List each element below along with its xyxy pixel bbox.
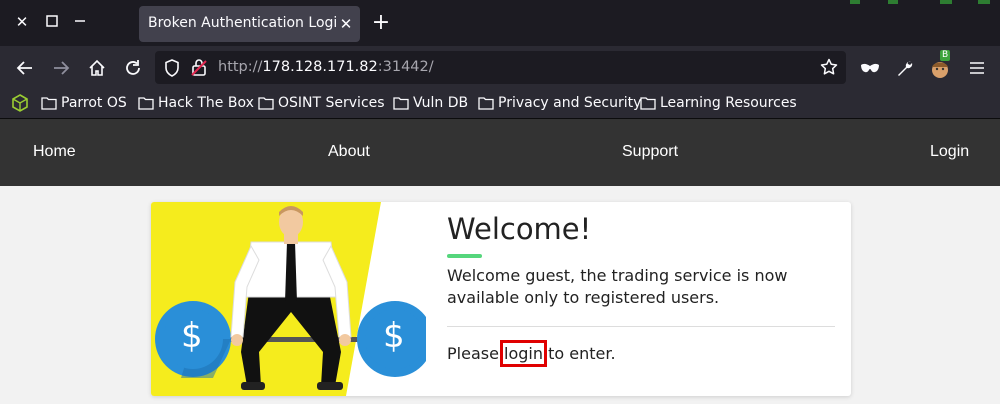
bookmark-privacy-and-security[interactable]: Privacy and Security: [478, 94, 641, 112]
home-icon[interactable]: [85, 56, 109, 80]
coin-dollar-right: $: [383, 316, 405, 356]
welcome-card: $ $ Welcome! Welcome guest, the trading …: [151, 202, 851, 396]
url-text[interactable]: http://178.128.171.82:31442/: [218, 59, 434, 75]
hamburger-menu-icon[interactable]: [965, 56, 989, 80]
folder-icon: [478, 97, 494, 110]
insecure-lock-icon[interactable]: [191, 58, 207, 80]
window-maximize-icon[interactable]: [42, 12, 62, 32]
nav-login-link[interactable]: Login: [930, 143, 969, 161]
bookmark-label: OSINT Services: [278, 95, 385, 111]
decorative-stripes: [850, 0, 990, 4]
new-tab-icon[interactable]: +: [370, 12, 392, 34]
login-prompt: Please login to enter.: [447, 340, 616, 367]
wrench-icon[interactable]: [893, 56, 917, 80]
url-port: :31442/: [377, 59, 434, 75]
browser-tab-active[interactable]: Broken Authentication Login ✕: [139, 6, 360, 42]
window-minimize-icon[interactable]: [70, 12, 90, 32]
heading-accent-bar: [447, 254, 482, 258]
browser-tab-bar: ✕ Broken Authentication Login ✕ +: [0, 0, 1000, 46]
folder-icon: [640, 97, 656, 110]
bookmark-parrot-os[interactable]: Parrot OS: [41, 94, 127, 112]
card-divider: [447, 326, 835, 327]
folder-icon: [393, 97, 409, 110]
bookmark-label: Parrot OS: [61, 95, 127, 111]
window-close-icon[interactable]: ✕: [12, 12, 32, 32]
bookmark-star-icon[interactable]: [820, 58, 838, 80]
login-prompt-suffix: to enter.: [543, 344, 616, 363]
bookmark-label: Privacy and Security: [498, 95, 642, 111]
back-arrow-icon[interactable]: [13, 56, 37, 80]
tab-title: Broken Authentication Login: [148, 15, 338, 31]
folder-icon: [41, 97, 57, 110]
welcome-heading: Welcome!: [447, 212, 592, 246]
coin-dollar-left: $: [181, 316, 203, 356]
nav-support-link[interactable]: Support: [622, 143, 678, 161]
folder-icon: [258, 97, 274, 110]
url-host: 178.128.171.82: [262, 59, 378, 75]
site-navbar: Home About Support Login: [0, 119, 1000, 186]
private-mask-icon[interactable]: [858, 56, 882, 80]
welcome-intro-text: Welcome guest, the trading service is no…: [447, 266, 788, 307]
extension-badge: B: [940, 50, 951, 61]
url-scheme: http://: [218, 59, 263, 75]
nav-home-link[interactable]: Home: [33, 143, 76, 161]
weightlifter-illustration: $ $: [151, 202, 426, 396]
bookmark-label: Learning Resources: [660, 95, 797, 111]
folder-icon: [138, 97, 154, 110]
bookmark-hack-the-box[interactable]: Hack The Box: [138, 94, 254, 112]
cube-icon[interactable]: [11, 94, 29, 116]
login-link[interactable]: login: [500, 340, 547, 367]
bookmark-label: Hack The Box: [158, 95, 254, 111]
bookmark-learning-resources[interactable]: Learning Resources: [640, 94, 797, 112]
browser-toolbar: http://178.128.171.82:31442/ B: [0, 46, 1000, 88]
login-prompt-prefix: Please: [447, 344, 505, 363]
url-bar[interactable]: http://178.128.171.82:31442/: [155, 51, 846, 84]
reload-icon[interactable]: [121, 56, 145, 80]
bookmark-osint-services[interactable]: OSINT Services: [258, 94, 385, 112]
card-body: Welcome! Welcome guest, the trading serv…: [447, 202, 837, 396]
bookmark-vuln-db[interactable]: Vuln DB: [393, 94, 468, 112]
bookmarks-bar: Parrot OS Hack The Box OSINT Services Vu…: [0, 88, 1000, 119]
bookmark-label: Vuln DB: [413, 95, 469, 111]
extension-avatar-icon[interactable]: B: [929, 50, 953, 80]
nav-about-link[interactable]: About: [328, 143, 370, 161]
tab-close-icon[interactable]: ✕: [336, 14, 356, 34]
forward-arrow-icon[interactable]: [49, 56, 73, 80]
shield-icon[interactable]: [164, 59, 180, 81]
